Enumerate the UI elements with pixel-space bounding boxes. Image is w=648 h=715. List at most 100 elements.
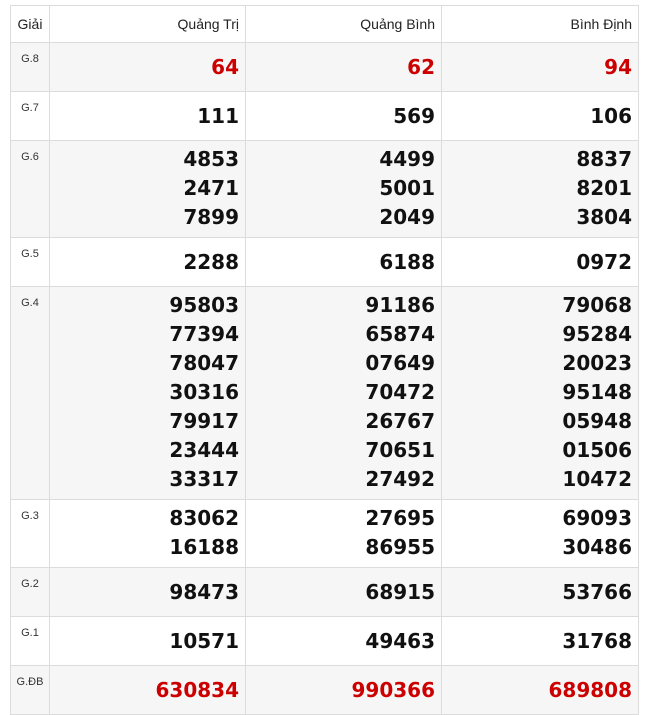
- row-g6: G.6 4853 2471 7899 4499 5001 2049 8837 8…: [10, 140, 639, 238]
- number: 16188: [169, 535, 239, 559]
- number: 26767: [365, 409, 435, 433]
- cell-g5-3: 0972: [441, 237, 639, 287]
- cell-g2-1: 98473: [49, 567, 246, 617]
- number: 70651: [365, 438, 435, 462]
- number: 5001: [379, 176, 435, 200]
- cell-g7-1: 111: [49, 91, 246, 141]
- number: 95148: [562, 380, 632, 404]
- cell-g4-3: 79068 95284 20023 95148 05948 01506 1047…: [441, 286, 639, 500]
- number: 83062: [169, 506, 239, 530]
- cell-g5-2: 6188: [245, 237, 442, 287]
- number: 8201: [576, 176, 632, 200]
- cell-g3-3: 69093 30486: [441, 499, 639, 568]
- cell-gdb-3: 689808: [441, 665, 639, 715]
- header-row: Giải Quảng Trị Quảng Bình Bình Định: [10, 5, 639, 43]
- number: 2049: [379, 205, 435, 229]
- number: 53766: [562, 579, 632, 604]
- row-g8: G.8 64 62 94: [10, 42, 639, 92]
- number: 01506: [562, 438, 632, 462]
- cell-g4-2: 91186 65874 07649 70472 26767 70651 2749…: [245, 286, 442, 500]
- cell-gdb-2: 990366: [245, 665, 442, 715]
- number: 91186: [365, 293, 435, 317]
- number: 31768: [562, 628, 632, 653]
- number: 68915: [365, 579, 435, 604]
- number: 49463: [365, 628, 435, 653]
- number: 79068: [562, 293, 632, 317]
- cell-g8-1: 64: [49, 42, 246, 92]
- cell-g6-2: 4499 5001 2049: [245, 140, 442, 238]
- number: 990366: [351, 677, 436, 702]
- cell-g7-3: 106: [441, 91, 639, 141]
- cell-g4-1: 95803 77394 78047 30316 79917 23444 3331…: [49, 286, 246, 500]
- cell-g2-3: 53766: [441, 567, 639, 617]
- number: 4853: [183, 147, 239, 171]
- cell-g8-2: 62: [245, 42, 442, 92]
- row-g5: G.5 2288 6188 0972: [10, 237, 639, 287]
- number: 4499: [379, 147, 435, 171]
- cell-g8-3: 94: [441, 42, 639, 92]
- row-g3: G.3 83062 16188 27695 86955 69093 30486: [10, 499, 639, 568]
- label-g2: G.2: [10, 567, 50, 617]
- number: 106: [590, 103, 632, 128]
- number: 569: [393, 103, 435, 128]
- row-g1: G.1 10571 49463 31768: [10, 616, 639, 666]
- row-g7: G.7 111 569 106: [10, 91, 639, 141]
- number: 95803: [169, 293, 239, 317]
- header-province-3: Bình Định: [441, 5, 639, 43]
- cell-g6-3: 8837 8201 3804: [441, 140, 639, 238]
- number: 30316: [169, 380, 239, 404]
- number: 77394: [169, 322, 239, 346]
- number: 8837: [576, 147, 632, 171]
- cell-g1-3: 31768: [441, 616, 639, 666]
- number: 05948: [562, 409, 632, 433]
- cell-g2-2: 68915: [245, 567, 442, 617]
- number: 94: [604, 54, 632, 79]
- number: 20023: [562, 351, 632, 375]
- label-gdb: G.ĐB: [10, 665, 50, 715]
- number: 7899: [183, 205, 239, 229]
- number: 2471: [183, 176, 239, 200]
- row-gdb: G.ĐB 630834 990366 689808: [10, 665, 639, 715]
- results-table-container: Giải Quảng Trị Quảng Bình Bình Định G.8 …: [10, 5, 639, 715]
- number: 07649: [365, 351, 435, 375]
- number: 86955: [365, 535, 435, 559]
- number: 23444: [169, 438, 239, 462]
- number: 33317: [169, 467, 239, 491]
- cell-g3-2: 27695 86955: [245, 499, 442, 568]
- cell-g1-1: 10571: [49, 616, 246, 666]
- label-g5: G.5: [10, 237, 50, 287]
- number: 79917: [169, 409, 239, 433]
- number: 65874: [365, 322, 435, 346]
- header-province-2[interactable]: Quảng Bình: [245, 5, 442, 43]
- lottery-results-table: Giải Quảng Trị Quảng Bình Bình Định G.8 …: [10, 5, 639, 715]
- number: 30486: [562, 535, 632, 559]
- header-giai: Giải: [10, 5, 50, 43]
- label-g7: G.7: [10, 91, 50, 141]
- number: 689808: [548, 677, 633, 702]
- number: 62: [407, 54, 435, 79]
- number: 111: [197, 103, 239, 128]
- cell-g1-2: 49463: [245, 616, 442, 666]
- number: 64: [211, 54, 239, 79]
- number: 3804: [576, 205, 632, 229]
- cell-g7-2: 569: [245, 91, 442, 141]
- number: 98473: [169, 579, 239, 604]
- cell-g6-1: 4853 2471 7899: [49, 140, 246, 238]
- number: 0972: [576, 249, 632, 274]
- label-g1: G.1: [10, 616, 50, 666]
- row-g4: G.4 95803 77394 78047 30316 79917 23444 …: [10, 286, 639, 500]
- number: 6188: [379, 249, 435, 274]
- label-g3: G.3: [10, 499, 50, 568]
- number: 2288: [183, 249, 239, 274]
- header-province-1[interactable]: Quảng Trị: [49, 5, 246, 43]
- number: 27695: [365, 506, 435, 530]
- number: 10472: [562, 467, 632, 491]
- cell-g5-1: 2288: [49, 237, 246, 287]
- number: 95284: [562, 322, 632, 346]
- label-g8: G.8: [10, 42, 50, 92]
- number: 70472: [365, 380, 435, 404]
- number: 630834: [155, 677, 240, 702]
- row-g2: G.2 98473 68915 53766: [10, 567, 639, 617]
- label-g6: G.6: [10, 140, 50, 238]
- cell-gdb-1: 630834: [49, 665, 246, 715]
